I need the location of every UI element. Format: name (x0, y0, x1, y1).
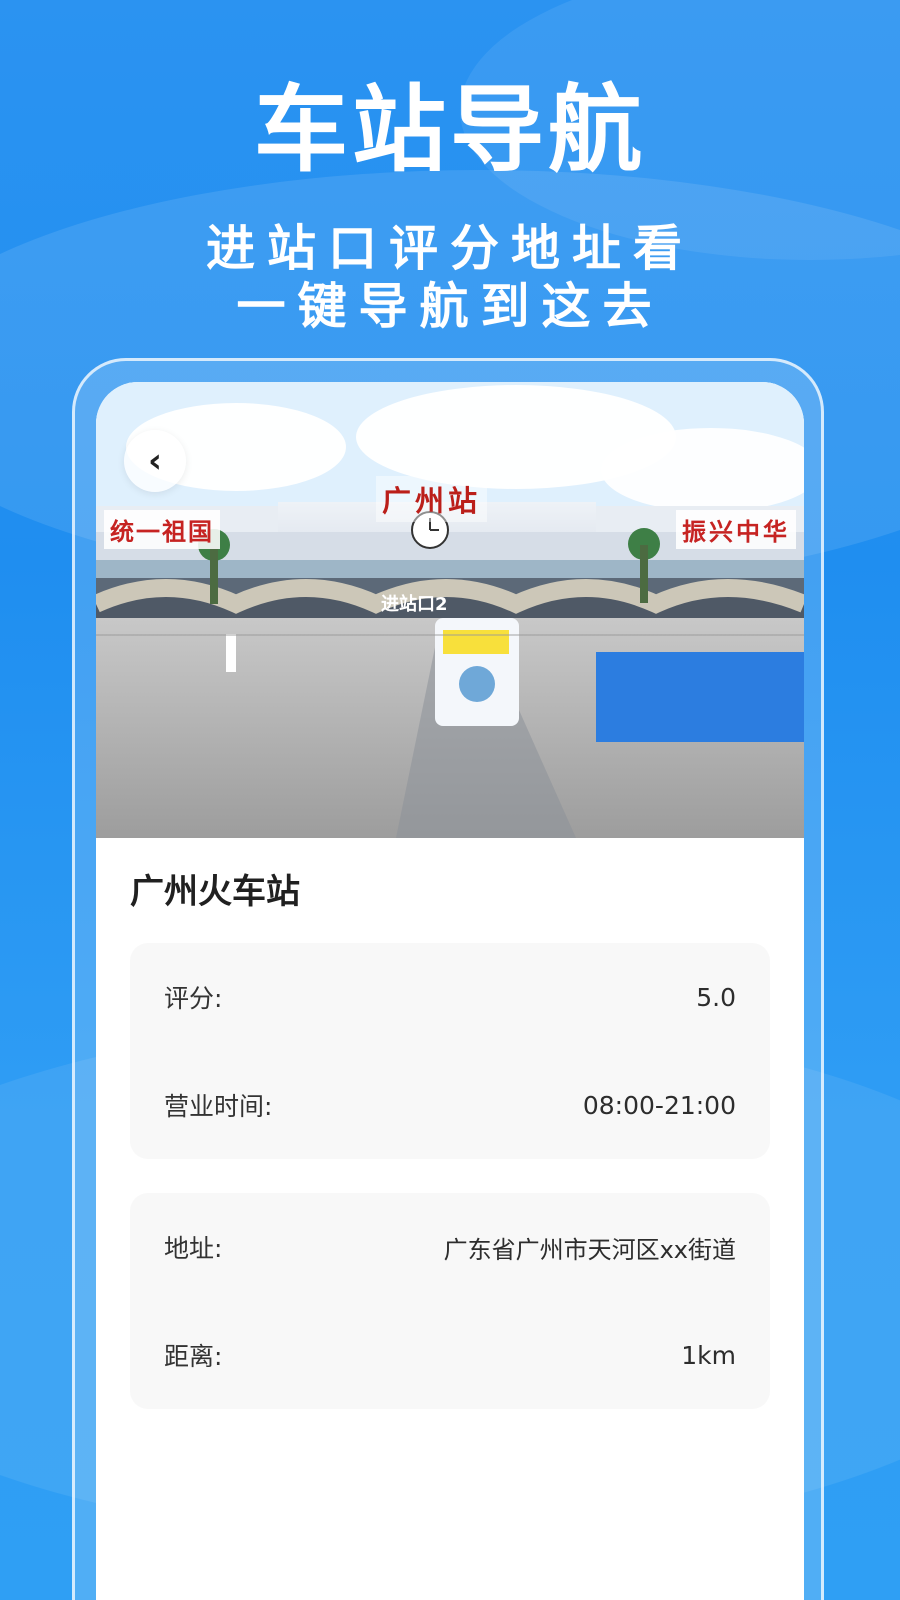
hero-subtitle-line-2: 一键导航到这去 (236, 277, 664, 335)
station-illustration (96, 382, 804, 838)
station-sign: 广州站 (376, 476, 488, 522)
hours-row: 营业时间: 08:00-21:00 (164, 1051, 736, 1159)
distance-value: 1km (681, 1340, 736, 1370)
distance-label: 距离: (164, 1342, 223, 1371)
rating-row: 评分: 5.0 (164, 943, 736, 1051)
rating-label: 评分: (164, 984, 223, 1013)
address-label: 地址: (164, 1234, 223, 1263)
right-banner: 振兴中华 (676, 510, 796, 549)
address-value: 广东省广州市天河区xx街道 (443, 1235, 736, 1264)
rating-hours-panel: 评分: 5.0 营业时间: 08:00-21:00 (130, 943, 770, 1159)
station-photo: ‹ 广州站 统一祖国 振兴中华 进站口2 (96, 382, 804, 838)
station-details-card: 广州火车站 评分: 5.0 营业时间: 08:00-21:00 地址: 广东省广… (96, 838, 804, 1409)
gate-sign: 进站口2 (381, 594, 448, 615)
back-button[interactable]: ‹ (124, 430, 186, 492)
station-name: 广州火车站 (130, 872, 300, 912)
address-row: 地址: 广东省广州市天河区xx街道 (164, 1193, 736, 1301)
hours-value: 08:00-21:00 (582, 1090, 736, 1120)
address-distance-panel: 地址: 广东省广州市天河区xx街道 距离: 1km (130, 1193, 770, 1409)
distance-row: 距离: 1km (164, 1301, 736, 1409)
phone-screen: ‹ 广州站 统一祖国 振兴中华 进站口2 广州火车站 评分: 5.0 营业时间:… (96, 382, 804, 1600)
chevron-left-icon: ‹ (147, 441, 162, 481)
left-banner: 统一祖国 (104, 510, 220, 549)
hero-subtitle: 进站口评分地址看 一键导航到这去 (0, 220, 900, 336)
hours-label: 营业时间: (164, 1092, 273, 1121)
hero-subtitle-line-1: 进站口评分地址看 (205, 220, 694, 277)
rating-value: 5.0 (696, 982, 736, 1012)
app-screen: 车站导航 进站口评分地址看 一键导航到这去 ‹ 广州站 统一祖国 振兴中华 进站… (0, 0, 900, 1600)
hero-title: 车站导航 (253, 76, 646, 185)
